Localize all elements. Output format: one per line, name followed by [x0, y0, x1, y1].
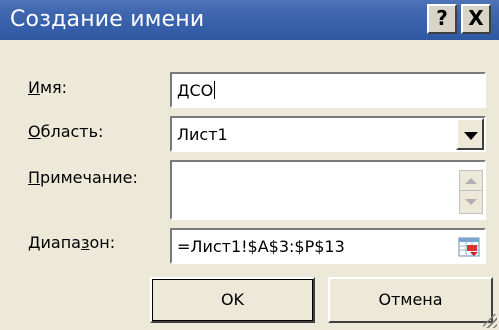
collapse-dialog-icon[interactable] [458, 236, 480, 258]
name-label: Имя: [28, 78, 68, 97]
range-label: Диапазон: [28, 233, 116, 252]
range-input[interactable]: =Лист1!$A$3:$P$13 [170, 228, 486, 264]
title-bar: Создание имени ? X [0, 0, 499, 40]
range-value: =Лист1!$A$3:$P$13 [177, 237, 345, 256]
chevron-down-icon[interactable] [456, 118, 484, 150]
scroll-down-icon[interactable] [459, 190, 483, 214]
text-caret [214, 81, 216, 99]
close-button[interactable]: X [461, 4, 491, 34]
comment-textarea[interactable] [170, 160, 486, 220]
dialog-title: Создание имени [10, 7, 205, 32]
comment-label: Примечание: [28, 168, 138, 187]
help-button[interactable]: ? [427, 4, 457, 34]
scope-dropdown[interactable]: Лист1 [170, 116, 486, 152]
name-input-value: ДСО [177, 81, 216, 100]
dialog-body: Имя: ДСО Область: Лист1 Примечание: Диап… [0, 40, 499, 330]
cancel-button[interactable]: Отмена [328, 277, 493, 323]
resize-grip-icon[interactable] [483, 314, 497, 328]
name-input[interactable]: ДСО [170, 72, 486, 108]
scope-label: Область: [28, 122, 104, 141]
scope-value: Лист1 [177, 125, 228, 144]
ok-button[interactable]: OK [150, 277, 315, 323]
